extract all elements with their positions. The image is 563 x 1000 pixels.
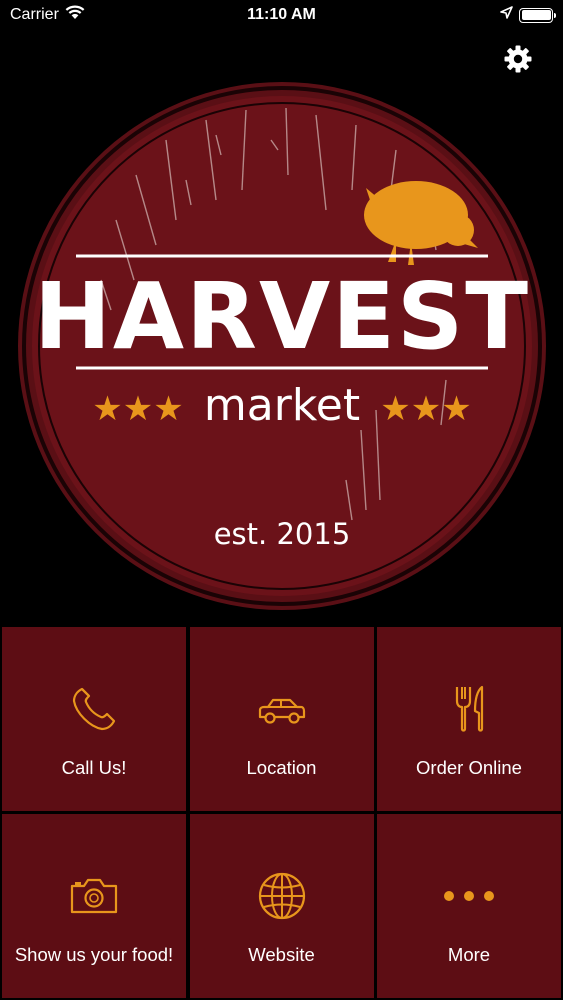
logo-title: HARVEST — [34, 263, 530, 370]
carrier-label: Carrier — [10, 6, 59, 23]
logo-established: est. 2015 — [214, 517, 351, 551]
logo-subtitle: market — [204, 380, 360, 431]
action-grid: Call Us! Location Order Online Show us y… — [2, 627, 561, 1000]
website-label: Website — [248, 944, 315, 965]
website-button[interactable]: Website — [189, 814, 374, 998]
status-right — [500, 6, 556, 24]
call-us-button[interactable]: Call Us! — [2, 627, 186, 811]
location-label: Location — [246, 757, 317, 778]
more-button[interactable]: More — [377, 814, 561, 998]
status-left: Carrier — [10, 5, 85, 25]
fork-knife-icon — [441, 681, 497, 737]
battery-icon — [519, 7, 556, 23]
order-online-label: Order Online — [416, 757, 522, 778]
car-icon — [254, 681, 310, 737]
location-button[interactable]: Location — [189, 627, 374, 811]
call-us-label: Call Us! — [61, 757, 127, 778]
logo-stars-right: ★★★ — [380, 390, 471, 428]
more-dots-icon — [441, 868, 497, 924]
gear-icon — [503, 44, 533, 79]
phone-icon — [66, 681, 122, 737]
show-us-your-food-label: Show us your food! — [14, 944, 174, 965]
location-arrow-icon — [500, 6, 513, 24]
order-online-button[interactable]: Order Online — [377, 627, 561, 811]
logo-stars-left: ★★★ — [92, 390, 183, 428]
globe-icon — [254, 868, 310, 924]
status-bar: Carrier 11:10 AM — [0, 0, 563, 30]
camera-icon — [66, 868, 122, 924]
settings-button[interactable] — [501, 44, 535, 78]
harvest-market-logo: HARVEST ★★★ ★★★ market est. 2015 — [16, 80, 548, 612]
show-us-your-food-button[interactable]: Show us your food! — [2, 814, 186, 998]
more-label: More — [447, 944, 491, 965]
wifi-icon — [65, 5, 85, 25]
